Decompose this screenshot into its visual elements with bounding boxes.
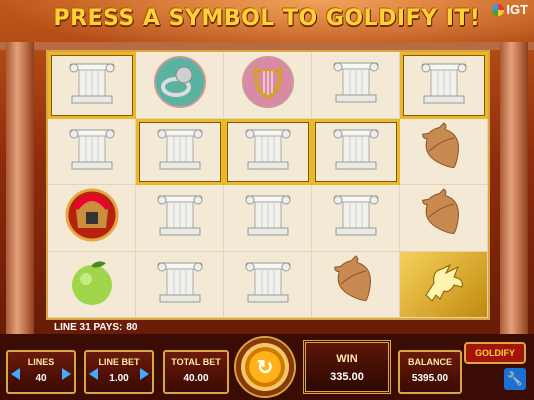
reel-cell-pillar[interactable] <box>224 251 312 318</box>
reel-cell-pillar[interactable] <box>224 118 312 185</box>
reel-cell-pillar[interactable] <box>48 52 136 119</box>
balance-panel: BALANCE 5395.00 <box>398 350 462 394</box>
instruction-banner: PRESS A SYMBOL TO GOLDIFY IT! <box>53 6 481 31</box>
win-panel: WIN 335.00 <box>303 340 391 394</box>
pillar-symbol-icon <box>62 58 122 113</box>
total-bet-label: TOTAL BET <box>171 357 221 367</box>
reel-cell-pillar[interactable] <box>224 185 312 252</box>
reel-cell-pillar[interactable] <box>312 185 400 252</box>
logo-text: IGT <box>506 2 528 17</box>
total-bet-value: 40.00 <box>183 373 209 384</box>
pillar-symbol-icon <box>238 257 298 312</box>
reel-cell-pillar[interactable] <box>312 52 400 119</box>
balance-label: BALANCE <box>408 357 452 367</box>
reel-cell-pegasus[interactable] <box>400 251 488 318</box>
pegasus-symbol-icon <box>414 255 474 314</box>
lines-increase-arrow-icon[interactable] <box>62 368 71 380</box>
reel-cell-amphora[interactable] <box>400 185 488 252</box>
reel-cell-pillar[interactable] <box>48 118 136 185</box>
reel-cell-apple[interactable] <box>48 251 136 318</box>
amphora-symbol-icon <box>414 122 474 181</box>
left-column <box>6 42 34 342</box>
pillar-symbol-icon <box>326 57 386 112</box>
win-value: 335.00 <box>330 371 364 383</box>
balance-value: 5395.00 <box>411 373 449 384</box>
line-pays: LINE 31 PAYS: 80 <box>50 322 137 333</box>
pillar-symbol-icon <box>150 190 210 245</box>
logo-ball-icon <box>492 3 505 16</box>
line-bet-decrease-arrow-icon[interactable] <box>89 368 98 380</box>
reel-cell-ring[interactable] <box>136 52 224 119</box>
reel-cell-pillar[interactable] <box>400 52 488 119</box>
lines-label: LINES <box>27 357 55 367</box>
line-pays-label: LINE 31 PAYS: <box>54 322 123 333</box>
temple-entablature <box>0 42 534 50</box>
wrench-icon[interactable]: 🔧 <box>504 368 526 390</box>
reel-cell-pillar[interactable] <box>136 251 224 318</box>
pillar-symbol-icon <box>62 124 122 179</box>
ring-symbol-icon <box>150 55 210 114</box>
helmet-symbol-icon <box>62 188 122 247</box>
reel-cell-helmet[interactable] <box>48 185 136 252</box>
reel-grid <box>46 50 490 320</box>
reel-cell-pillar[interactable] <box>312 118 400 185</box>
line-bet-panel: LINE BET 1.00 <box>84 350 154 394</box>
total-bet-panel: TOTAL BET 40.00 <box>163 350 229 394</box>
win-label: WIN <box>336 353 358 365</box>
reel-cell-amphora[interactable] <box>312 251 400 318</box>
line-bet-increase-arrow-icon[interactable] <box>140 368 149 380</box>
lines-panel: LINES 40 <box>6 350 76 394</box>
pillar-symbol-icon <box>326 124 386 179</box>
line-bet-label: LINE BET <box>98 357 140 367</box>
lines-decrease-arrow-icon[interactable] <box>11 368 20 380</box>
reel-cell-pillar[interactable] <box>136 118 224 185</box>
reel-cell-amphora[interactable] <box>400 118 488 185</box>
pillar-symbol-icon <box>414 58 474 113</box>
pillar-symbol-icon <box>238 190 298 245</box>
line-pays-value: 80 <box>126 322 138 333</box>
spin-arrow-icon: ↻ <box>256 356 274 379</box>
lyre-symbol-icon <box>238 55 298 114</box>
amphora-symbol-icon <box>326 255 386 314</box>
spin-button[interactable]: ↻ <box>236 338 294 396</box>
goldify-button[interactable]: GOLDIFY <box>464 342 526 364</box>
reel-cell-pillar[interactable] <box>136 185 224 252</box>
pillar-symbol-icon <box>150 257 210 312</box>
right-column <box>500 42 528 342</box>
igt-logo: IGT <box>492 2 528 17</box>
pillar-symbol-icon <box>326 190 386 245</box>
apple-symbol-icon <box>62 255 122 314</box>
pillar-symbol-icon <box>238 124 298 179</box>
amphora-symbol-icon <box>414 188 474 247</box>
reel-cell-lyre[interactable] <box>224 52 312 119</box>
pillar-symbol-icon <box>150 124 210 179</box>
